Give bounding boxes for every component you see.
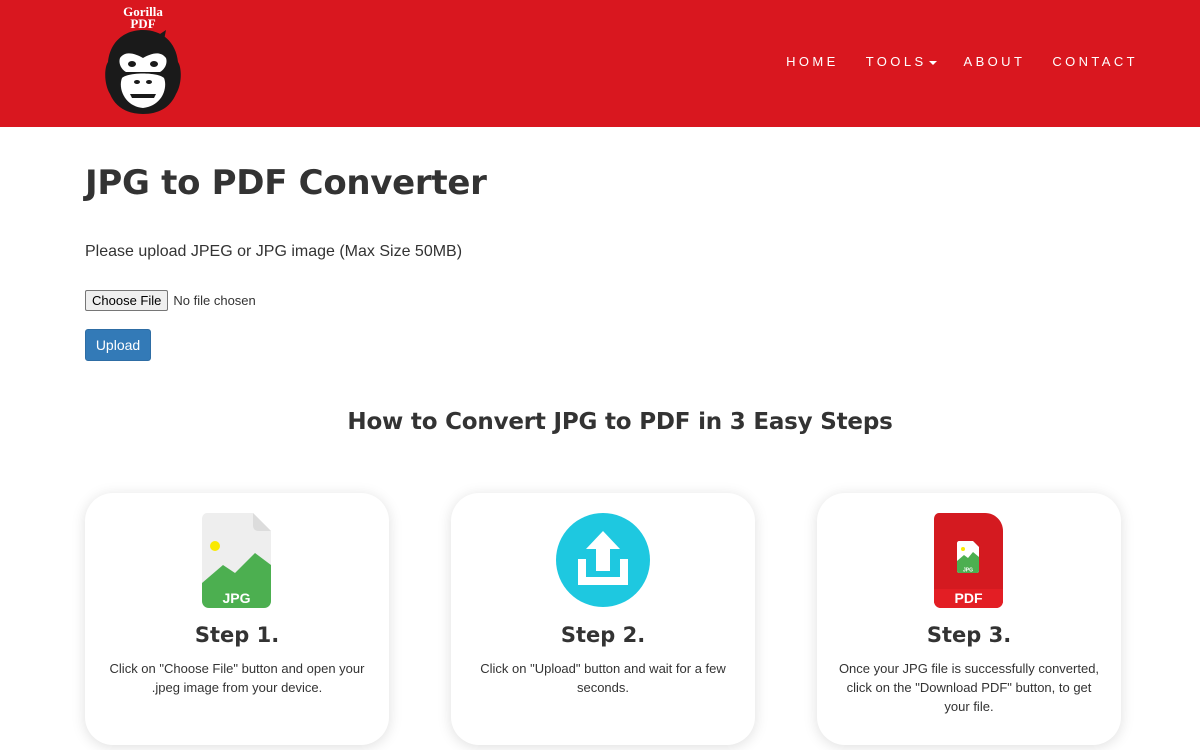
nav-home[interactable]: HOME bbox=[786, 54, 839, 69]
nav-tools[interactable]: TOOLS bbox=[866, 54, 937, 69]
step-description: Once your JPG file is successfully conve… bbox=[838, 661, 1100, 714]
step-title: Step 2. bbox=[560, 623, 646, 647]
file-status: No file chosen bbox=[173, 293, 256, 308]
caret-down-icon bbox=[928, 60, 937, 65]
nav-about-label: ABOUT bbox=[963, 54, 1026, 69]
nav-tools-label: TOOLS bbox=[865, 54, 927, 69]
gorilla-pdf-logo[interactable]: Gorilla PDF bbox=[100, 2, 186, 118]
gorilla-icon bbox=[105, 30, 181, 114]
step-title: Step 1. bbox=[194, 623, 280, 647]
choose-file-button[interactable]: Choose File bbox=[85, 290, 169, 311]
pdf-icon-label: PDF bbox=[955, 590, 983, 606]
nav-home-label: HOME bbox=[786, 54, 839, 69]
site-header: Gorilla PDF HOME TOOLS ABOUT CONTACT bbox=[0, 0, 1200, 127]
upload-hint: Please upload JPEG or JPG image (Max Siz… bbox=[85, 243, 463, 260]
step-card-2: Step 2. Click on "Upload" button and wai… bbox=[451, 493, 755, 745]
main-nav: HOME TOOLS ABOUT CONTACT bbox=[759, 54, 1138, 69]
nav-contact[interactable]: CONTACT bbox=[1052, 54, 1138, 69]
upload-icon bbox=[553, 513, 653, 608]
jpg-icon-label: JPG bbox=[222, 590, 250, 606]
page-title: JPG to PDF Converter bbox=[85, 163, 487, 203]
step-description: Click on "Choose File" button and open y… bbox=[109, 661, 365, 695]
step-description: Click on "Upload" button and wait for a … bbox=[480, 661, 726, 695]
steps-title: How to Convert JPG to PDF in 3 Easy Step… bbox=[347, 409, 893, 435]
step-card-1: JPG Step 1. Click on "Choose File" butto… bbox=[85, 493, 389, 745]
step-title: Step 3. bbox=[926, 623, 1012, 647]
nav-about[interactable]: ABOUT bbox=[964, 54, 1026, 69]
jpg-file-icon: JPG bbox=[187, 513, 287, 608]
jpg-mini-label: JPG bbox=[963, 568, 973, 574]
pdf-file-icon: JPG PDF bbox=[919, 513, 1019, 608]
step-card-3: JPG PDF Step 3. Once your JPG file is su… bbox=[817, 493, 1121, 745]
upload-button[interactable]: Upload bbox=[85, 329, 151, 361]
nav-contact-label: CONTACT bbox=[1052, 54, 1138, 69]
file-input: Choose File No file chosen bbox=[85, 290, 256, 311]
